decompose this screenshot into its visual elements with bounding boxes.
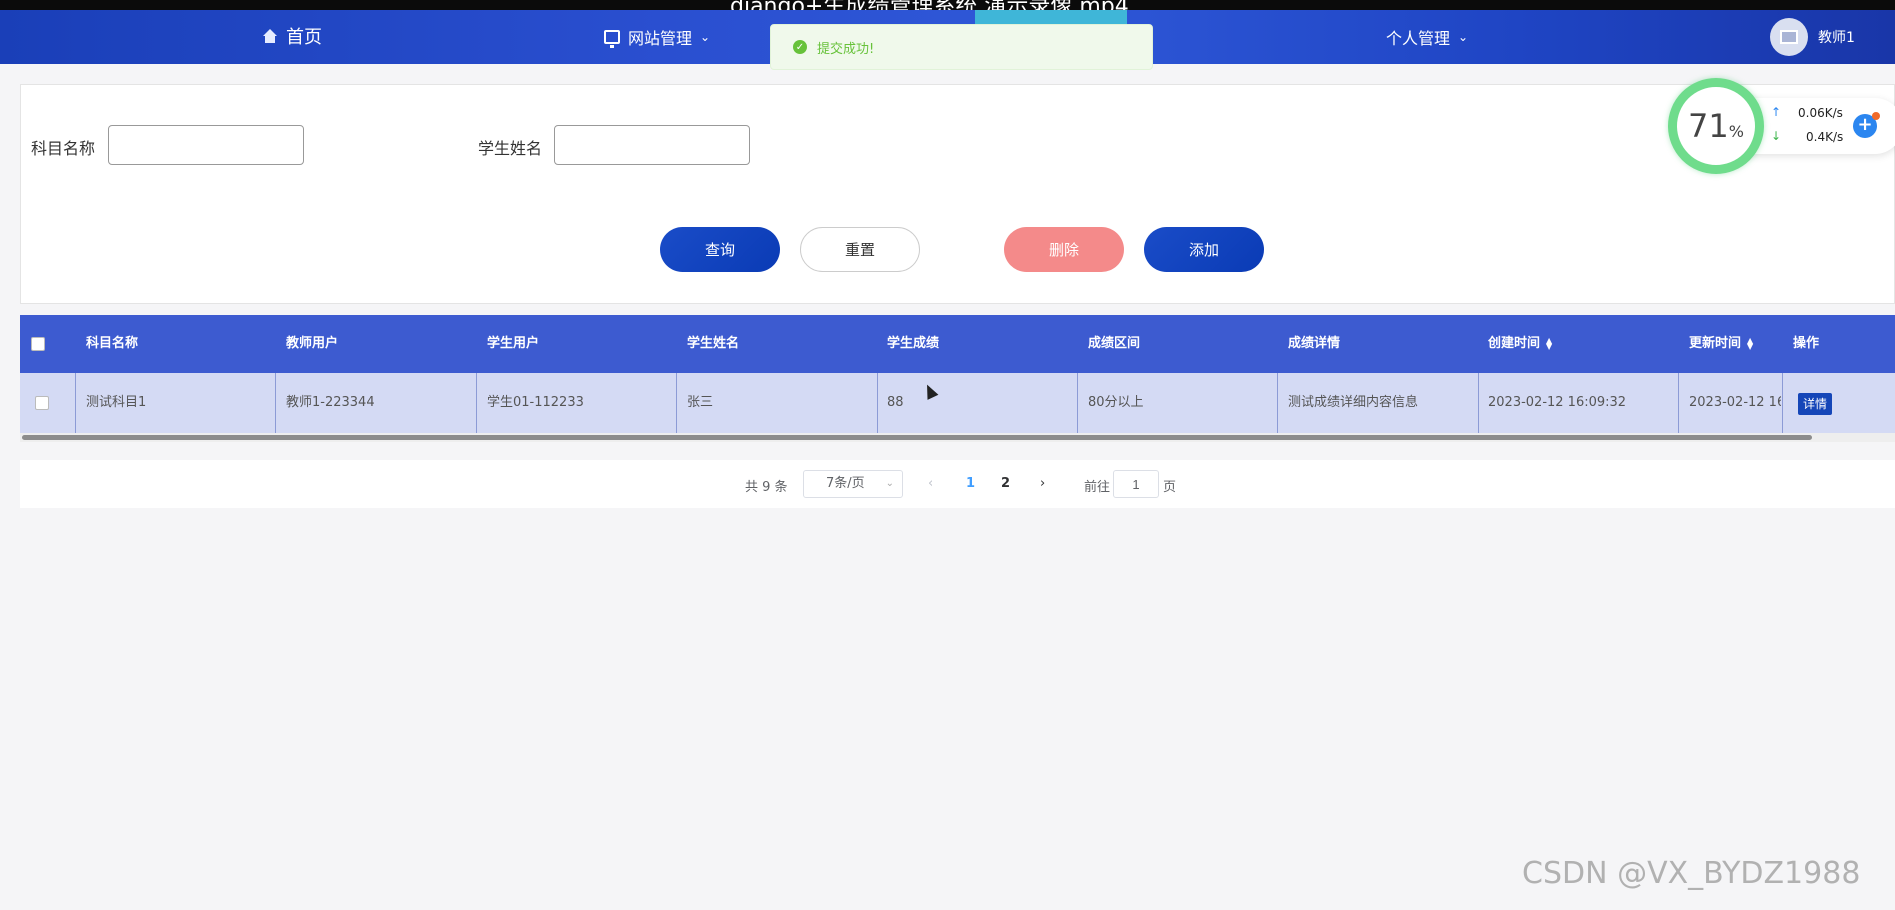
home-icon xyxy=(262,29,278,43)
avatar xyxy=(1770,18,1808,56)
nav-home-label: 首页 xyxy=(286,27,322,48)
cell-student-name: 张三 xyxy=(687,395,714,410)
success-toast: ✓ 提交成功! xyxy=(770,24,1153,70)
header-updated[interactable]: 更新时间 ▲ ▼ xyxy=(1689,315,1753,373)
column-divider xyxy=(676,373,677,433)
download-arrow-icon: ↓ xyxy=(1771,129,1782,143)
table-header: 科目名称 教师用户 学生用户 学生姓名 学生成绩 成绩区间 成绩详情 创建时间 ▲… xyxy=(20,315,1895,373)
chevron-down-icon: ⌄ xyxy=(1458,30,1469,44)
score-table: 科目名称 教师用户 学生用户 学生姓名 学生成绩 成绩区间 成绩详情 创建时间 ▲… xyxy=(20,315,1895,442)
active-tab-indicator xyxy=(975,10,1127,24)
nav-home[interactable]: 首页 xyxy=(262,23,322,49)
header-subject: 科目名称 xyxy=(86,336,139,351)
usage-percent: 71 xyxy=(1688,107,1729,145)
page-size-value: 7条/页 xyxy=(826,476,865,491)
column-divider xyxy=(877,373,878,433)
goto-label: 前往 xyxy=(1084,480,1111,495)
student-name-label: 学生姓名 xyxy=(478,139,543,158)
row-checkbox[interactable] xyxy=(35,396,49,410)
delete-button[interactable]: 删除 xyxy=(1004,227,1124,272)
cell-student-user: 学生01-112233 xyxy=(487,395,584,410)
header-action: 操作 xyxy=(1793,336,1820,351)
chevron-down-icon: ⌄ xyxy=(700,30,711,44)
student-name-input[interactable] xyxy=(554,125,750,165)
scrollbar-thumb[interactable] xyxy=(22,435,1812,440)
header-updated-label: 更新时间 xyxy=(1689,336,1742,351)
table-row[interactable]: 测试科目1 教师1-223344 学生01-112233 张三 88 80分以上… xyxy=(20,373,1895,433)
add-button[interactable]: 添加 xyxy=(1144,227,1264,272)
image-icon xyxy=(1780,30,1798,44)
user-menu[interactable]: 教师1 xyxy=(1770,18,1855,56)
column-divider xyxy=(1678,373,1679,433)
pagination: 共 9 条 7条/页 ⌄ ‹ 1 2 › 前往 页 xyxy=(20,460,1895,508)
upload-arrow-icon: ↑ xyxy=(1771,105,1782,119)
chevron-down-icon: ⌄ xyxy=(885,478,894,489)
cell-updated: 2023-02-12 16: xyxy=(1689,395,1781,410)
sort-icon[interactable]: ▲ ▼ xyxy=(1546,336,1552,350)
check-circle-icon: ✓ xyxy=(793,40,807,54)
network-speed-widget: 71 % ↑ 0.06K/s ↓ 0.4K/s + xyxy=(1668,74,1895,174)
column-divider xyxy=(1782,373,1783,433)
download-speed: 0.4K/s xyxy=(1806,130,1844,144)
cell-detail: 测试成绩详细内容信息 xyxy=(1288,395,1419,410)
page-number-current[interactable]: 1 xyxy=(966,476,975,491)
upload-speed: 0.06K/s xyxy=(1798,106,1843,120)
header-created[interactable]: 创建时间 ▲ ▼ xyxy=(1488,315,1552,373)
cell-created: 2023-02-12 16:09:32 xyxy=(1488,395,1627,410)
header-score: 学生成绩 xyxy=(887,336,940,351)
column-divider xyxy=(1077,373,1078,433)
cell-range: 80分以上 xyxy=(1088,395,1144,410)
total-count: 共 9 条 xyxy=(745,480,788,495)
watermark: CSDN @VX_BYDZ1988 xyxy=(1522,856,1861,891)
header-created-label: 创建时间 xyxy=(1488,336,1541,351)
monitor-icon xyxy=(604,30,620,48)
video-title: django+生成绩管理系统 演示录像.mp4 xyxy=(730,0,1129,10)
reset-button[interactable]: 重置 xyxy=(800,227,920,272)
header-student-user: 学生用户 xyxy=(487,336,540,351)
detail-button[interactable]: 详情 xyxy=(1798,393,1832,415)
user-name: 教师1 xyxy=(1818,30,1855,46)
toast-message: 提交成功! xyxy=(817,41,875,57)
nav-personal-label: 个人管理 xyxy=(1386,29,1451,48)
search-panel: 科目名称 学生姓名 查询 重置 删除 添加 xyxy=(20,84,1895,304)
nav-site-label: 网站管理 xyxy=(628,29,693,48)
column-divider xyxy=(1478,373,1479,433)
column-divider xyxy=(275,373,276,433)
prev-page-icon[interactable]: ‹ xyxy=(928,476,933,491)
query-button[interactable]: 查询 xyxy=(660,227,780,272)
header-detail: 成绩详情 xyxy=(1288,336,1341,351)
nav-site-management[interactable]: 网站管理 ⌄ xyxy=(604,25,710,49)
column-divider xyxy=(1277,373,1278,433)
sort-icon[interactable]: ▲ ▼ xyxy=(1747,336,1753,350)
nav-personal-management[interactable]: 个人管理 ⌄ xyxy=(1386,25,1468,49)
cell-subject: 测试科目1 xyxy=(86,395,147,410)
header-range: 成绩区间 xyxy=(1088,336,1141,351)
horizontal-scrollbar[interactable] xyxy=(20,433,1895,442)
column-divider xyxy=(75,373,76,433)
notification-dot xyxy=(1872,112,1880,120)
subject-name-input[interactable] xyxy=(108,125,304,165)
next-page-icon[interactable]: › xyxy=(1040,476,1045,491)
video-title-bar: django+生成绩管理系统 演示录像.mp4 xyxy=(0,0,1895,10)
usage-gauge: 71 % xyxy=(1668,78,1764,174)
select-all-checkbox[interactable] xyxy=(31,337,45,351)
page-number[interactable]: 2 xyxy=(1001,476,1010,491)
goto-page-input[interactable] xyxy=(1113,470,1159,498)
header-student-name: 学生姓名 xyxy=(687,336,740,351)
page-size-select[interactable]: 7条/页 ⌄ xyxy=(803,470,903,498)
header-teacher: 教师用户 xyxy=(286,336,339,351)
subject-name-label: 科目名称 xyxy=(31,139,96,158)
cell-teacher: 教师1-223344 xyxy=(286,395,375,410)
usage-percent-sign: % xyxy=(1728,121,1744,141)
column-divider xyxy=(476,373,477,433)
page-suffix: 页 xyxy=(1163,480,1177,495)
cell-score: 88 xyxy=(887,395,904,410)
